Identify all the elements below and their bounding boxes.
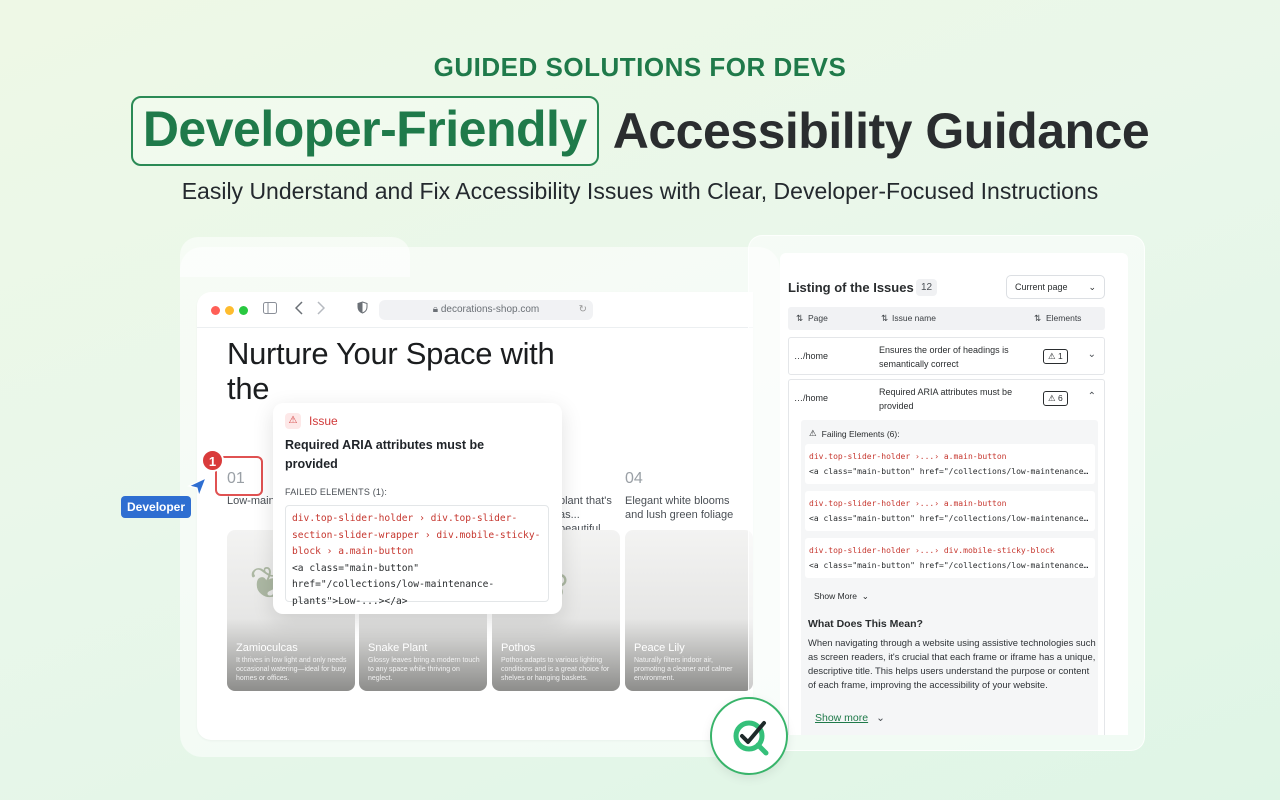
step-text-01: Low-mainte... purifying: [227, 495, 279, 507]
failing-element-selector: div.top-slider-holder ›...› div.mobile-s…: [809, 546, 1055, 555]
issue-count-badge[interactable]: 1: [201, 449, 224, 472]
issue-row-elements: ⚠ 1: [1043, 349, 1068, 364]
issue-popup-header: ⚠ Issue: [285, 413, 338, 429]
failing-element-item[interactable]: div.top-slider-holder ›...› a.main-butto…: [805, 491, 1095, 531]
explanation-title: What Does This Mean?: [808, 618, 923, 630]
issue-row-page: …/home: [794, 351, 829, 361]
minimize-window-dot[interactable]: [225, 306, 234, 315]
maximize-window-dot[interactable]: [239, 306, 248, 315]
close-window-dot[interactable]: [211, 306, 220, 315]
show-more-elements-label: Show More: [814, 591, 857, 601]
failed-element-code: div.top-slider-holder › div.top-slider-s…: [285, 505, 549, 607]
page-heading-line1: Nurture Your Space with: [227, 336, 555, 371]
show-more-explanation-label: Show more: [815, 712, 869, 724]
step-text-04: Elegant white blooms and lush green foli…: [625, 495, 734, 521]
product-card-title: Pothos: [501, 642, 536, 654]
step-number-04: 04: [625, 470, 643, 487]
address-bar[interactable]: 🔒︎ decorations-shop.com ↻: [379, 300, 593, 320]
warning-icon: ⚠: [809, 428, 817, 438]
failed-element-selector: div.top-slider-holder › div.top-slider-s…: [292, 513, 541, 557]
browser-toolbar: 🔒︎ decorations-shop.com ↻: [197, 292, 753, 328]
issue-row-page: …/home: [794, 393, 829, 403]
column-header-issue[interactable]: Issue name: [892, 313, 936, 323]
sort-icon[interactable]: ⇅: [881, 313, 888, 324]
failing-element-item[interactable]: div.top-slider-holder ›...› a.main-butto…: [805, 444, 1095, 484]
back-arrow-icon[interactable]: [294, 301, 303, 318]
failing-element-html: <a class="main-button" href="/collection…: [809, 514, 1095, 523]
column-header-elements[interactable]: Elements: [1046, 313, 1081, 323]
sidebar-toggle-icon[interactable]: [263, 301, 277, 317]
failing-elements-header: ⚠ Failing Elements (6):: [809, 428, 900, 439]
failing-element-item[interactable]: div.top-slider-holder ›...› div.mobile-s…: [805, 538, 1095, 578]
issue-popup-label: Issue: [309, 414, 338, 428]
sort-icon[interactable]: ⇅: [1034, 313, 1041, 324]
issue-row-elements-count: 6: [1057, 393, 1063, 403]
explanation-body: When navigating through a website using …: [808, 637, 1096, 690]
page-filter-value: Current page: [1015, 282, 1068, 292]
hero-subtitle: Easily Understand and Fix Accessibility …: [181, 178, 1099, 204]
failed-element-html: <a class="main-button" href="/collection…: [292, 562, 495, 607]
failing-element-html: <a class="main-button" href="/collection…: [809, 561, 1095, 570]
product-card-desc: Pothos adapts to various lighting condit…: [501, 657, 610, 682]
issue-row[interactable]: …/home Required ARIA attributes must be …: [788, 379, 1105, 417]
product-card[interactable]: Peace Lily Naturally filters indoor air,…: [625, 530, 753, 691]
issues-table-header: ⇅ Page ⇅ Issue name ⇅ Elements: [788, 307, 1105, 330]
issues-panel-title: Listing of the Issues: [788, 280, 914, 295]
show-more-elements-button[interactable]: Show More ⌄: [814, 591, 869, 602]
chevron-down-icon: ⌄: [876, 712, 885, 724]
product-card-desc: Glossy leaves bring a modern touch to an…: [368, 657, 480, 682]
shield-icon[interactable]: [357, 301, 368, 317]
failing-element-selector: div.top-slider-holder ›...› a.main-butto…: [809, 452, 1007, 461]
checkmark-magnifier-logo-icon: [710, 697, 788, 775]
chevron-down-icon: ⌄: [1088, 282, 1096, 292]
cursor-arrow-icon: [187, 476, 208, 498]
developer-tag: Developer: [121, 496, 192, 518]
product-card-title: Peace Lily: [634, 642, 685, 654]
chevron-up-icon[interactable]: ⌃: [1088, 391, 1096, 402]
issue-popup-title: Required ARIA attributes must be provide…: [285, 438, 485, 471]
hero-title-highlight: Developer-Friendly: [130, 96, 599, 166]
page-heading-line2: the: [227, 371, 270, 406]
hero-title: Developer-Friendly Accessibility Guidanc…: [0, 96, 1280, 166]
sort-icon[interactable]: ⇅: [796, 313, 803, 324]
issue-row[interactable]: …/home Ensures the order of headings is …: [788, 337, 1105, 375]
page-heading: Nurture Your Space with the: [227, 336, 587, 406]
warning-icon: ⚠: [285, 413, 301, 429]
failed-elements-label: FAILED ELEMENTS (1):: [285, 487, 388, 497]
hero-title-rest: Accessibility Guidance: [612, 103, 1150, 159]
lock-icon: 🔒︎: [432, 304, 439, 315]
failing-element-selector: div.top-slider-holder ›...› a.main-butto…: [809, 499, 1007, 508]
column-header-page[interactable]: Page: [808, 313, 828, 323]
page-filter-select[interactable]: Current page ⌄: [1006, 275, 1105, 299]
failing-elements-label: Failing Elements (6):: [821, 428, 900, 439]
hero-eyebrow: GUIDED SOLUTIONS FOR DEVS: [433, 52, 847, 82]
address-url: decorations-shop.com: [440, 304, 540, 315]
failing-element-html: <a class="main-button" href="/collection…: [809, 467, 1095, 476]
issues-count-badge: 12: [916, 279, 938, 296]
failing-elements-box: ⚠ Failing Elements (6): div.top-slider-h…: [801, 420, 1098, 735]
show-more-explanation-link[interactable]: Show more ⌄: [815, 712, 885, 724]
chevron-down-icon[interactable]: ⌄: [1088, 349, 1096, 360]
issue-row-elements: ⚠ 6: [1043, 391, 1068, 406]
reload-icon[interactable]: ↻: [579, 300, 587, 320]
step-number-01: 01: [227, 470, 245, 487]
chevron-down-icon: ⌄: [859, 591, 869, 601]
product-card-desc: Naturally filters indoor air, promoting …: [634, 657, 733, 682]
issue-row-name: Ensures the order of headings is semanti…: [879, 345, 1009, 369]
product-card-desc: It thrives in low light and only needs o…: [236, 657, 347, 682]
issue-row-name: Required ARIA attributes must be provide…: [879, 387, 1013, 411]
issue-details: ⚠ Failing Elements (6): div.top-slider-h…: [788, 416, 1105, 735]
issues-panel: Listing of the Issues 12 Current page ⌄ …: [780, 253, 1128, 735]
product-card-title: Zamioculcas: [236, 642, 298, 654]
forward-arrow-icon[interactable]: [317, 301, 326, 318]
issue-popup[interactable]: ⚠ Issue Required ARIA attributes must be…: [273, 403, 562, 614]
product-card-title: Snake Plant: [368, 642, 428, 654]
issue-row-elements-count: 1: [1057, 351, 1063, 361]
